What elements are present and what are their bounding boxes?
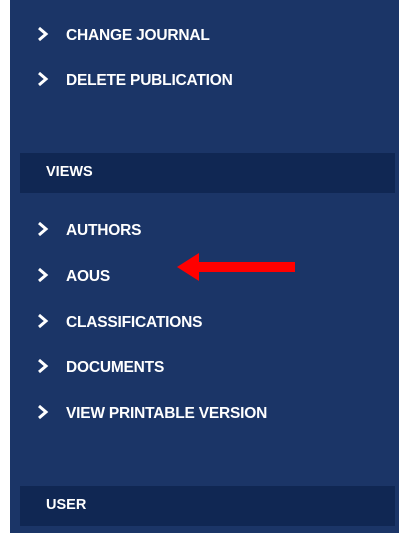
menu-item-documents[interactable]: DOCUMENTS bbox=[10, 351, 399, 383]
chevron-right-icon bbox=[36, 312, 50, 330]
chevron-right-icon bbox=[36, 403, 50, 421]
menu-item-change-journal[interactable]: CHANGE JOURNAL bbox=[10, 19, 399, 51]
menu-item-label: CHANGE JOURNAL bbox=[66, 27, 210, 44]
menu-item-delete-publication[interactable]: DELETE PUBLICATION bbox=[10, 64, 399, 96]
menu-item-view-printable-version[interactable]: VIEW PRINTABLE VERSION bbox=[10, 397, 399, 429]
red-arrow-icon bbox=[177, 252, 297, 282]
section-header-views: VIEWS bbox=[20, 153, 395, 193]
menu-item-authors[interactable]: AUTHORS bbox=[10, 214, 399, 246]
chevron-right-icon bbox=[36, 25, 50, 43]
chevron-right-icon bbox=[36, 266, 50, 284]
menu-item-label: DOCUMENTS bbox=[66, 359, 165, 376]
menu-item-classifications[interactable]: CLASSIFICATIONS bbox=[10, 306, 399, 338]
menu-item-label: VIEW PRINTABLE VERSION bbox=[66, 405, 268, 422]
menu-item-label: AUTHORS bbox=[66, 222, 142, 239]
menu-item-label: DELETE PUBLICATION bbox=[66, 72, 233, 89]
menu-item-label: AOUS bbox=[66, 268, 110, 285]
section-header-user: USER bbox=[20, 486, 395, 526]
chevron-right-icon bbox=[36, 357, 50, 375]
section-header-label: USER bbox=[46, 497, 87, 513]
chevron-right-icon bbox=[36, 70, 50, 88]
menu-item-label: CLASSIFICATIONS bbox=[66, 314, 203, 331]
chevron-right-icon bbox=[36, 220, 50, 238]
section-header-label: VIEWS bbox=[46, 164, 93, 180]
